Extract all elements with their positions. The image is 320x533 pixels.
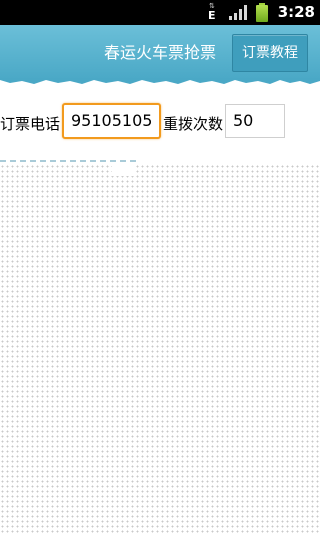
dashed-divider <box>0 160 136 162</box>
phone-label: 订票电话 <box>0 115 61 133</box>
page-title: 春运火车票抢票 <box>104 43 217 62</box>
tutorial-button[interactable]: 订票教程 <box>232 34 308 72</box>
torn-edge-decoration <box>0 78 320 84</box>
phone-number-input[interactable]: 95105105 <box>62 103 161 139</box>
network-type-label: E <box>208 9 216 22</box>
battery-icon <box>256 3 268 22</box>
network-icon: ⇅ E <box>206 3 220 22</box>
app-header: 春运火车票抢票 订票教程 <box>0 25 320 84</box>
signal-strength-icon <box>229 5 247 20</box>
status-bar: ⇅ E 3:28 <box>0 0 320 25</box>
content-notch <box>112 164 136 176</box>
status-clock: 3:28 <box>277 3 315 21</box>
retry-count-label: 重拨次数 <box>163 115 224 133</box>
content-area <box>0 164 320 533</box>
retry-count-input[interactable]: 50 <box>225 104 285 138</box>
dial-settings-row: 订票电话 95105105 重拨次数 50 <box>0 100 320 144</box>
